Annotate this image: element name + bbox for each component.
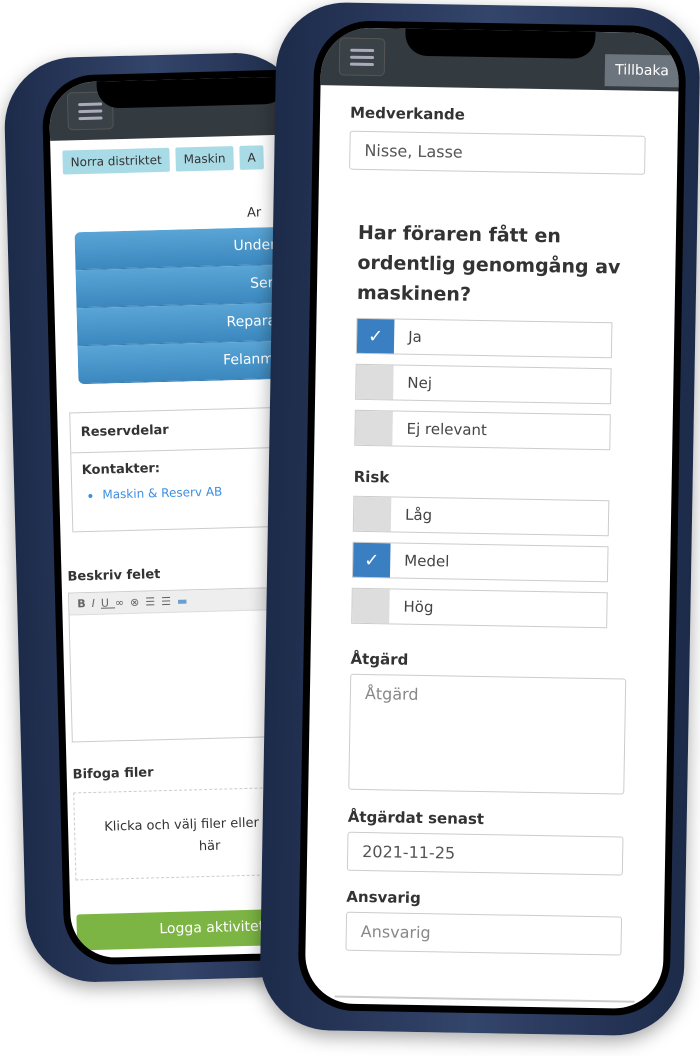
action-label: Åtgärd <box>350 649 409 669</box>
check-icon: ✓ <box>356 318 395 354</box>
checkbox <box>355 410 393 446</box>
check-icon: ✓ <box>352 542 391 578</box>
responsible-label: Ansvarig <box>346 887 421 908</box>
notch <box>96 69 288 109</box>
risk-label: Risk <box>353 467 390 487</box>
divider <box>334 995 635 1003</box>
describe-label: Beskriv felet <box>67 567 161 585</box>
front-phone: Tillbaka Medverkande Nisse, Lasse Har fö… <box>259 1 700 1037</box>
responsible-input[interactable]: Ansvarig <box>345 911 623 956</box>
tag-other[interactable]: A <box>239 145 265 170</box>
unlink-icon[interactable]: ⊗ <box>130 596 146 609</box>
tag-list: Norra distriktet Maskin A <box>62 145 265 175</box>
notch <box>405 21 596 59</box>
ordered-list-icon[interactable]: ☰ <box>145 595 161 608</box>
risk-medium[interactable]: ✓ Medel <box>351 541 609 583</box>
underline-icon[interactable]: U <box>101 596 115 609</box>
image-icon[interactable]: ▬ <box>177 594 194 607</box>
attach-label: Bifoga filer <box>72 765 154 783</box>
question-heading: Har föraren fått en ordentlig genomgång … <box>356 221 621 306</box>
front-phone-screen: Tillbaka Medverkande Nisse, Lasse Har fö… <box>297 20 687 1017</box>
option-not-relevant[interactable]: Ej relevant <box>354 409 611 451</box>
participants-label: Medverkande <box>349 103 466 124</box>
checkbox <box>353 496 392 532</box>
participants-input[interactable]: Nisse, Lasse <box>349 130 646 175</box>
unordered-list-icon[interactable]: ☰ <box>161 595 177 608</box>
deadline-label: Åtgärdat senast <box>347 807 485 829</box>
back-button[interactable]: Tillbaka <box>604 54 680 88</box>
tag-district[interactable]: Norra distriktet <box>62 147 171 175</box>
action-textarea[interactable]: Åtgärd <box>348 673 627 795</box>
partial-text: Ar <box>246 205 262 221</box>
hamburger-menu-icon[interactable] <box>338 37 386 77</box>
italic-icon[interactable]: I <box>91 597 101 610</box>
bold-icon[interactable]: B <box>77 597 92 610</box>
option-yes[interactable]: ✓ Ja <box>355 317 613 359</box>
risk-low[interactable]: Låg <box>352 495 610 537</box>
link-icon[interactable]: ∞ <box>115 596 131 609</box>
deadline-input[interactable]: 2021-11-25 <box>346 831 624 876</box>
tag-machine[interactable]: Maskin <box>175 146 234 172</box>
checkbox <box>352 588 390 624</box>
checkbox <box>356 364 394 400</box>
option-no[interactable]: Nej <box>355 363 612 405</box>
risk-high[interactable]: Hög <box>351 587 608 629</box>
